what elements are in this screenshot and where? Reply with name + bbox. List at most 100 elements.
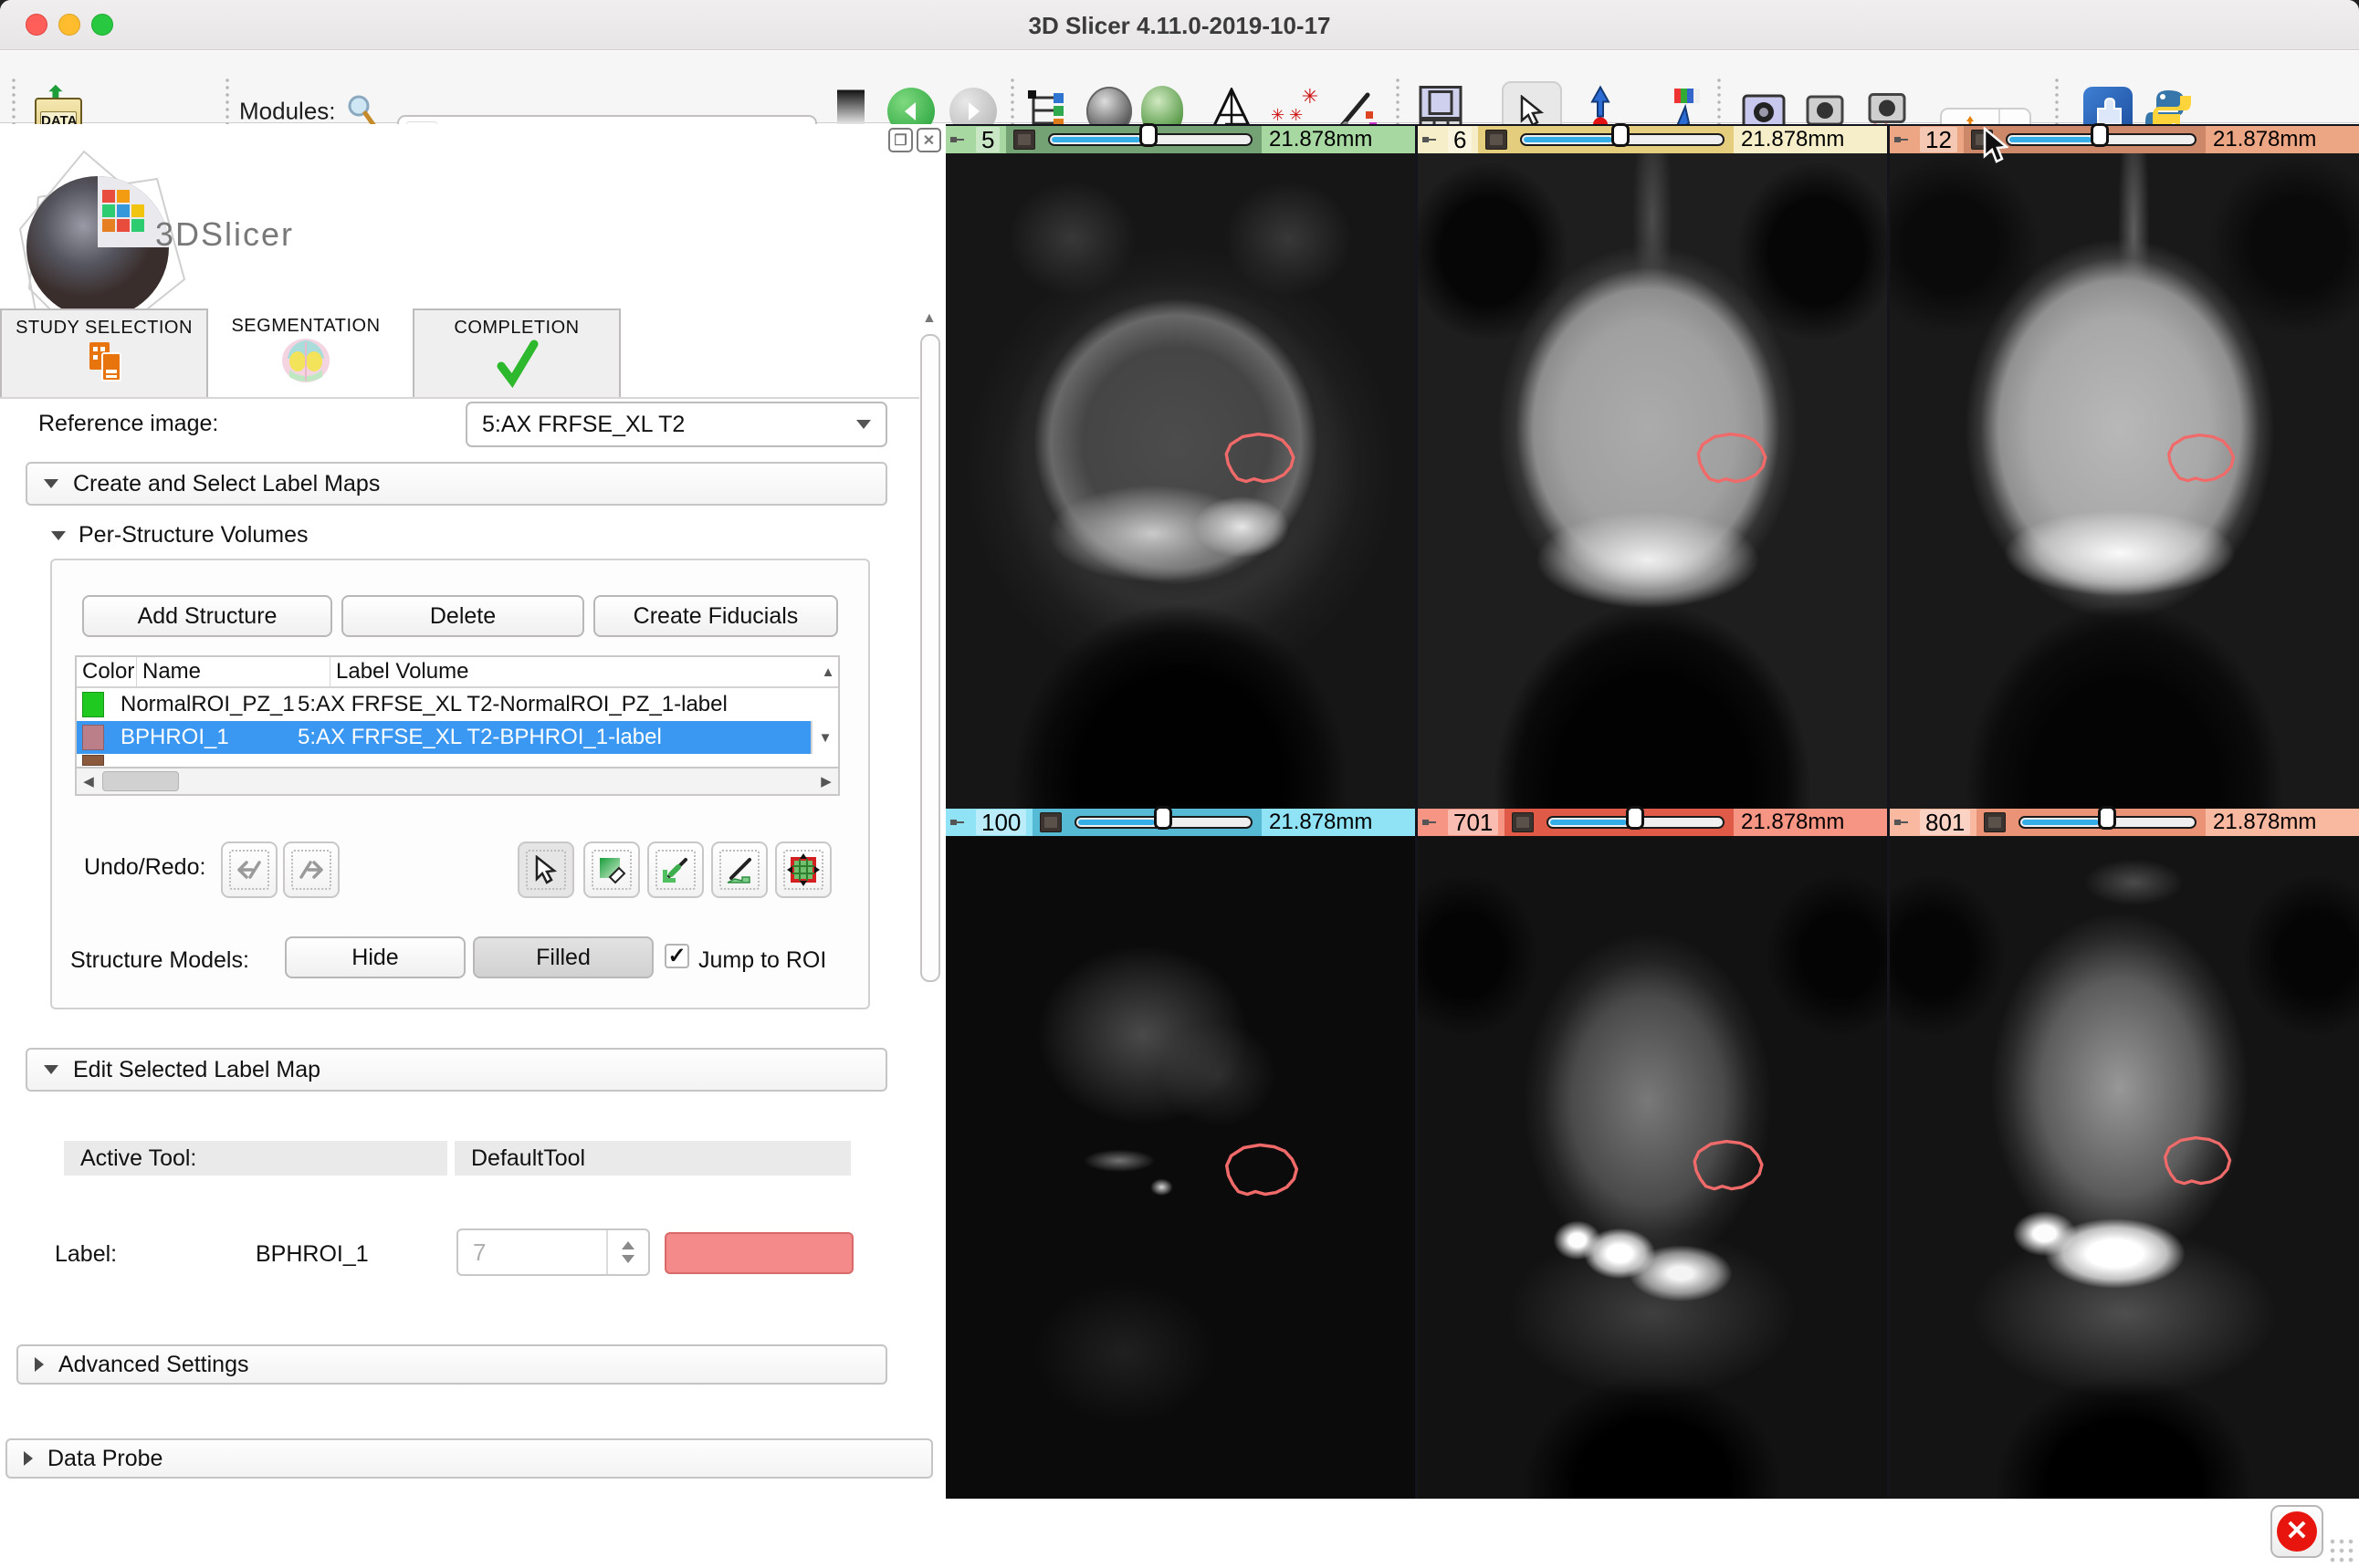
hide-models-button[interactable]: Hide (285, 936, 466, 978)
slice-view-menu-button[interactable] (1033, 809, 1069, 836)
slice-slider[interactable] (1541, 809, 1734, 836)
slice-controller-bar: 12 21.878mm (1890, 126, 2359, 153)
label-row-structure-name: BPHROI_1 (256, 1241, 369, 1268)
label-value: 7 (458, 1239, 606, 1267)
scroll-left-button[interactable]: ◀ (77, 773, 100, 789)
tab-segmentation[interactable]: SEGMENTATION (219, 308, 393, 397)
spin-down-icon[interactable] (622, 1255, 634, 1263)
column-header-label-volume[interactable]: Label Volume (330, 657, 813, 686)
slice-slider[interactable] (1515, 126, 1734, 153)
section-title: Create and Select Label Maps (73, 471, 380, 497)
label-color-swatch[interactable] (665, 1232, 854, 1274)
panel-scrollbar[interactable]: ▲ ▼ (918, 307, 942, 1568)
mri-image-t2-slice5[interactable] (946, 153, 1415, 809)
section-data-probe[interactable]: Data Probe (5, 1438, 933, 1479)
slider-handle[interactable] (1626, 806, 1644, 830)
spinner-arrows[interactable] (606, 1230, 648, 1274)
section-edit-selected-label-map[interactable]: Edit Selected Label Map (26, 1048, 887, 1092)
reference-image-value: 5:AX FRFSE_XL T2 (482, 412, 685, 438)
pin-icon[interactable] (1418, 126, 1442, 153)
pin-icon[interactable] (1418, 809, 1442, 836)
slice-slider[interactable] (1069, 809, 1262, 836)
column-header-name[interactable]: Name (137, 657, 330, 686)
slice-label: 12 (1920, 127, 1957, 152)
slice-controller-bar: 701 21.878mm (1418, 809, 1887, 836)
label-row-label: Label: (55, 1241, 117, 1268)
slice-slider[interactable] (2013, 809, 2206, 836)
slider-handle[interactable] (1139, 123, 1158, 147)
slice-controller-bar: 100 21.878mm (946, 809, 1415, 836)
table-row[interactable]: NormalROI_PZ_1 5:AX FRFSE_XL T2-NormalRO… (77, 688, 838, 721)
tab-study-selection[interactable]: STUDY SELECTION (0, 308, 208, 397)
table-row-partial[interactable] (77, 754, 838, 767)
scroll-up-icon[interactable]: ▲ (922, 310, 937, 327)
structure-name: BPHROI_1 (104, 725, 298, 750)
slice-label: 6 (1448, 127, 1472, 152)
section-create-select-label-maps[interactable]: Create and Select Label Maps (26, 462, 887, 506)
slice-slider[interactable] (2000, 126, 2206, 153)
pin-icon[interactable] (1890, 126, 1913, 153)
scrollbar-thumb[interactable] (920, 334, 940, 982)
default-tool-button[interactable] (518, 841, 574, 898)
scroll-right-button[interactable]: ▶ (814, 773, 838, 789)
undo-button[interactable] (221, 841, 278, 898)
pin-icon[interactable] (1890, 809, 1913, 836)
column-header-color[interactable]: Color (77, 657, 137, 686)
resize-grip[interactable] (2328, 1537, 2355, 1564)
section-advanced-settings[interactable]: Advanced Settings (16, 1344, 887, 1385)
spin-up-icon[interactable] (622, 1241, 634, 1249)
segmentation-icon (280, 337, 331, 384)
structure-label-volume: 5:AX FRFSE_XL T2-BPHROI_1-label (298, 725, 811, 750)
table-scroll-down-button[interactable]: ▼ (811, 721, 838, 754)
label-value-spinbox[interactable]: 7 (456, 1228, 650, 1276)
slice-view-icon (1040, 812, 1062, 832)
mri-image-dce-slice801[interactable] (1890, 836, 2359, 1499)
filled-models-button[interactable]: Filled (473, 936, 654, 978)
reference-image-combobox[interactable]: 5:AX FRFSE_XL T2 (466, 402, 887, 447)
slider-handle[interactable] (1154, 806, 1172, 830)
slider-handle[interactable] (1611, 123, 1630, 147)
roi-contour (1682, 1135, 1777, 1197)
close-panel-button[interactable]: ✕ (917, 128, 941, 152)
mri-image-t2-slice12[interactable] (1890, 153, 2359, 809)
undo-redo-label: Undo/Redo: (84, 854, 205, 881)
add-structure-button[interactable]: Add Structure (82, 595, 332, 637)
section-per-structure-volumes[interactable]: Per-Structure Volumes (51, 522, 309, 549)
delete-structure-button[interactable]: Delete (341, 595, 584, 637)
mri-image-adc-slice100[interactable] (946, 836, 1415, 1499)
mri-image-t2-slice6[interactable] (1418, 153, 1887, 809)
slice-offset-value: 21.878mm (1262, 126, 1415, 153)
mri-image-dce-slice701[interactable] (1418, 836, 1887, 1499)
slice-slider[interactable] (1043, 126, 1262, 153)
wand-tool-button[interactable] (775, 841, 832, 898)
undock-panel-button[interactable]: ❐ (888, 128, 913, 152)
exit-review-button[interactable]: ✕ (2270, 1505, 2323, 1558)
scrollbar-thumb[interactable] (102, 771, 179, 791)
paint-tool-button[interactable] (647, 841, 704, 898)
slice-controller-bar: 801 21.878mm (1890, 809, 2359, 836)
slice-view-menu-button[interactable] (1478, 126, 1515, 153)
erase-tool-button[interactable] (583, 841, 640, 898)
pin-icon[interactable] (946, 809, 970, 836)
roi-contour (2156, 429, 2248, 489)
table-row-selected[interactable]: BPHROI_1 5:AX FRFSE_XL T2-BPHROI_1-label… (77, 721, 838, 754)
table-horizontal-scrollbar[interactable]: ◀ ▶ (75, 768, 840, 796)
table-scroll-up-button[interactable]: ▲ (813, 657, 838, 686)
jump-to-roi-label: Jump to ROI (698, 947, 826, 974)
redo-button[interactable] (283, 841, 340, 898)
pin-icon[interactable] (946, 126, 970, 153)
app-window: 3D Slicer 4.11.0-2019-10-17 ⬆ DATA ⬇⬇ DC… (0, 0, 2359, 1568)
tab-completion[interactable]: COMPLETION (413, 308, 621, 397)
slice-view-menu-button[interactable] (1505, 809, 1541, 836)
slice-view-menu-button[interactable] (1976, 809, 2013, 836)
bottom-strip (946, 1499, 2359, 1568)
slice-label: 801 (1920, 810, 1970, 835)
slider-handle[interactable] (2091, 123, 2109, 147)
arrow-left-icon (899, 99, 923, 123)
draw-tool-button[interactable] (711, 841, 768, 898)
create-fiducials-button[interactable]: Create Fiducials (593, 595, 838, 637)
slice-view-menu-button[interactable] (1006, 126, 1043, 153)
slice-label: 100 (976, 810, 1026, 835)
slider-handle[interactable] (2098, 806, 2116, 830)
jump-to-roi-checkbox[interactable] (665, 944, 689, 968)
